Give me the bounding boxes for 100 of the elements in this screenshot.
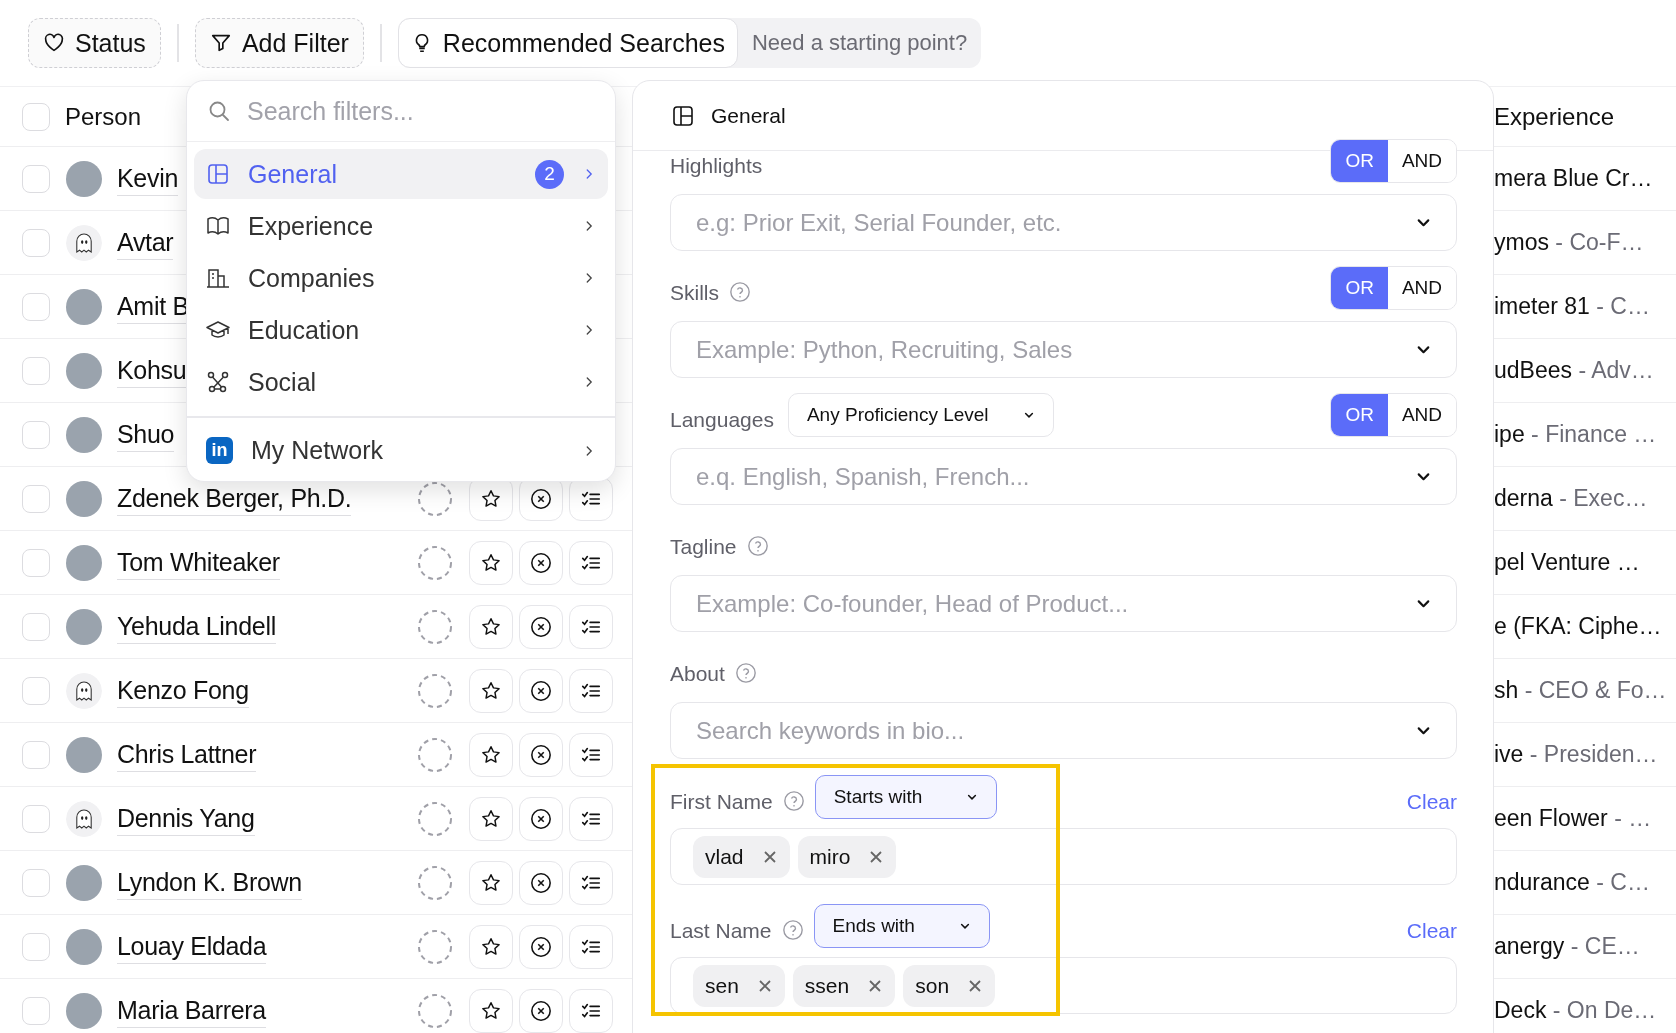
add-filter-button[interactable]: Add Filter bbox=[194, 18, 364, 68]
reject-button[interactable] bbox=[519, 604, 563, 649]
row-checkbox[interactable] bbox=[22, 676, 50, 705]
star-button[interactable] bbox=[469, 668, 513, 713]
row-checkbox[interactable] bbox=[22, 356, 50, 385]
row-checkbox[interactable] bbox=[22, 420, 50, 449]
checklist-button[interactable] bbox=[569, 668, 613, 713]
row-checkbox[interactable] bbox=[22, 868, 50, 897]
proficiency-select[interactable]: Any Proficiency Level bbox=[787, 393, 1054, 437]
filter-category-item[interactable]: Education bbox=[194, 305, 608, 355]
person-name-link[interactable]: Kenzo Fong bbox=[117, 676, 249, 708]
reject-button[interactable] bbox=[519, 796, 563, 841]
experience-text: udBees - Adv… bbox=[1494, 357, 1654, 383]
star-button[interactable] bbox=[469, 924, 513, 969]
dashed-circle-icon[interactable] bbox=[417, 544, 453, 581]
filter-category-item[interactable]: Companies bbox=[194, 253, 608, 303]
name-chip: miro bbox=[797, 835, 897, 878]
row-checkbox[interactable] bbox=[22, 804, 50, 833]
row-checkbox[interactable] bbox=[22, 484, 50, 513]
filter-icon bbox=[209, 32, 232, 54]
person-name-link[interactable]: Chris Lattner bbox=[117, 740, 257, 772]
star-button[interactable] bbox=[469, 860, 513, 905]
star-button[interactable] bbox=[469, 732, 513, 777]
star-button[interactable] bbox=[469, 796, 513, 841]
person-name-link[interactable]: Maria Barrera bbox=[117, 996, 266, 1028]
remove-icon[interactable] bbox=[867, 977, 884, 994]
remove-icon[interactable] bbox=[967, 977, 984, 994]
tag-input-field[interactable]: vlad miro bbox=[670, 828, 1457, 885]
reject-button[interactable] bbox=[519, 924, 563, 969]
match-mode-select[interactable]: Ends with bbox=[813, 904, 990, 948]
status-button[interactable]: Status bbox=[28, 18, 161, 68]
row-checkbox[interactable] bbox=[22, 228, 50, 257]
checklist-button[interactable] bbox=[569, 924, 613, 969]
dashed-circle-icon[interactable] bbox=[417, 480, 453, 517]
reject-button[interactable] bbox=[519, 860, 563, 905]
search-filters-field[interactable]: Search filters... bbox=[245, 95, 579, 127]
dashed-circle-icon[interactable] bbox=[417, 608, 453, 645]
filter-category-item[interactable]: General 2 bbox=[194, 149, 608, 199]
reject-button[interactable] bbox=[519, 668, 563, 713]
dashed-circle-icon[interactable] bbox=[417, 928, 453, 965]
row-checkbox[interactable] bbox=[22, 740, 50, 769]
row-checkbox[interactable] bbox=[22, 996, 50, 1025]
clear-link[interactable]: Clear bbox=[1406, 780, 1457, 814]
person-name-link[interactable]: Avtar bbox=[117, 228, 174, 260]
logic-option[interactable]: OR bbox=[1331, 140, 1388, 182]
help-icon[interactable] bbox=[782, 790, 805, 812]
person-name-link[interactable]: Tom Whiteaker bbox=[117, 548, 280, 580]
person-name-link[interactable]: Yehuda Lindell bbox=[117, 612, 276, 644]
row-checkbox[interactable] bbox=[22, 612, 50, 641]
person-name-link[interactable]: Louay Eldada bbox=[117, 932, 267, 964]
checklist-button[interactable] bbox=[569, 796, 613, 841]
logic-option[interactable]: OR bbox=[1331, 267, 1388, 309]
recommended-searches-button[interactable]: Recommended Searches bbox=[397, 18, 738, 68]
dashed-circle-icon[interactable] bbox=[417, 736, 453, 773]
reject-button[interactable] bbox=[519, 732, 563, 777]
reject-button[interactable] bbox=[519, 540, 563, 585]
filter-category-item[interactable]: Social bbox=[194, 357, 608, 407]
help-icon[interactable] bbox=[781, 919, 804, 941]
select-all-checkbox[interactable] bbox=[22, 102, 50, 131]
x-circle-icon bbox=[530, 615, 552, 638]
person-name-link[interactable]: Dennis Yang bbox=[117, 804, 255, 836]
person-name-link[interactable]: Shuo bbox=[117, 420, 175, 452]
my-network-item[interactable]: in My Network bbox=[194, 425, 608, 476]
logic-option[interactable]: AND bbox=[1387, 140, 1456, 182]
person-name-link[interactable]: Zdenek Berger, Ph.D. bbox=[117, 484, 352, 516]
row-checkbox[interactable] bbox=[22, 164, 50, 193]
checklist-button[interactable] bbox=[569, 540, 613, 585]
avatar-photo-placeholder bbox=[66, 416, 102, 453]
linkedin-logo: in bbox=[206, 437, 233, 464]
reject-button[interactable] bbox=[519, 988, 563, 1033]
checklist-button[interactable] bbox=[569, 604, 613, 649]
star-button[interactable] bbox=[469, 604, 513, 649]
dashed-circle-icon[interactable] bbox=[417, 992, 453, 1029]
row-checkbox[interactable] bbox=[22, 292, 50, 321]
dashed-circle-icon[interactable] bbox=[417, 672, 453, 709]
checklist-button[interactable] bbox=[569, 732, 613, 777]
help-icon[interactable] bbox=[729, 281, 751, 303]
clear-link[interactable]: Clear bbox=[1406, 909, 1457, 943]
remove-icon[interactable] bbox=[868, 848, 885, 865]
filter-category-item[interactable]: Experience bbox=[194, 201, 608, 251]
experience-text: sh - CEO & Fo… bbox=[1494, 677, 1667, 703]
dashed-circle-icon[interactable] bbox=[417, 800, 453, 837]
ghost-avatar-icon bbox=[66, 672, 102, 709]
remove-icon[interactable] bbox=[761, 848, 778, 865]
logic-option[interactable]: OR bbox=[1331, 394, 1388, 436]
person-name-link[interactable]: Kevin bbox=[117, 164, 179, 196]
tag-input-field[interactable]: sen ssen son bbox=[670, 957, 1457, 1014]
person-name-link[interactable]: Lyndon K. Brown bbox=[117, 868, 302, 900]
x-circle-icon bbox=[530, 871, 552, 894]
help-icon[interactable] bbox=[746, 535, 769, 557]
checklist-button[interactable] bbox=[569, 860, 613, 905]
checklist-button[interactable] bbox=[569, 988, 613, 1033]
remove-icon[interactable] bbox=[756, 977, 773, 994]
star-button[interactable] bbox=[469, 988, 513, 1033]
help-icon[interactable] bbox=[734, 662, 757, 684]
match-mode-select[interactable]: Starts with bbox=[814, 775, 998, 819]
star-button[interactable] bbox=[469, 540, 513, 585]
row-checkbox[interactable] bbox=[22, 548, 50, 577]
row-checkbox[interactable] bbox=[22, 932, 50, 961]
dashed-circle-icon[interactable] bbox=[417, 864, 453, 901]
